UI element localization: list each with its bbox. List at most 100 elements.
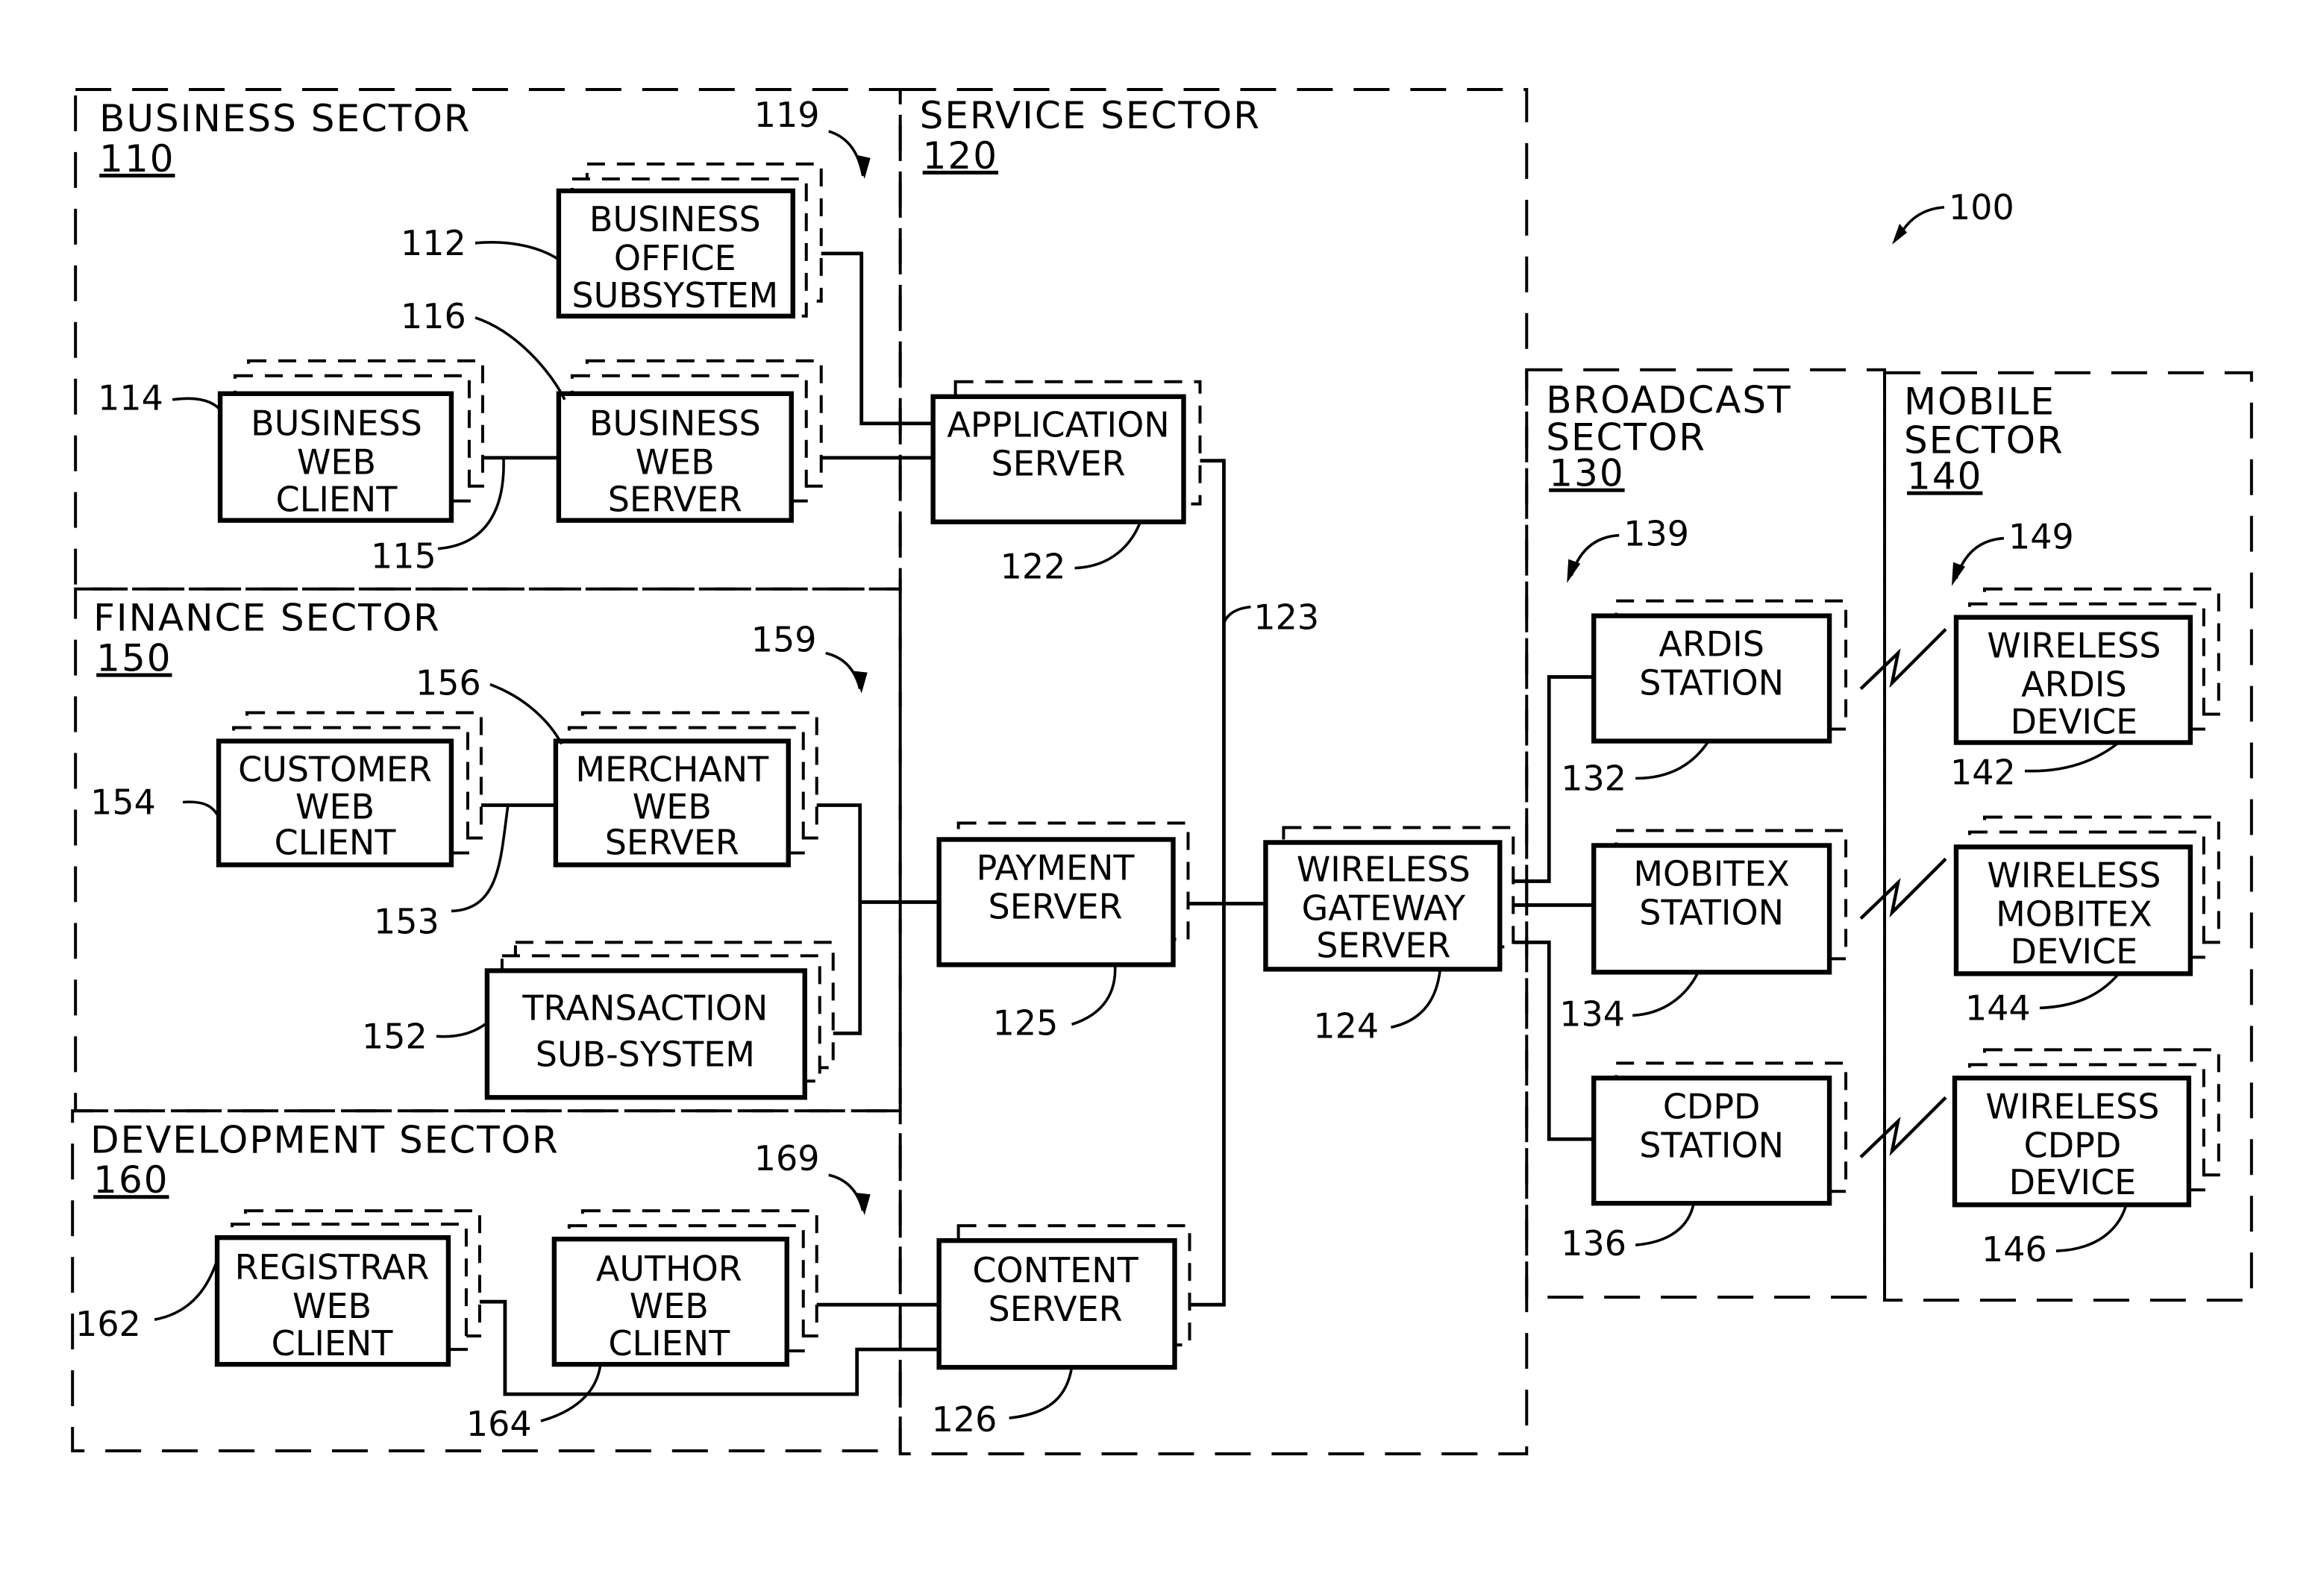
application-server: APPLICATION SERVER	[930, 380, 1202, 524]
svg-text:CLIENT: CLIENT	[608, 1323, 730, 1363]
svg-text:OFFICE: OFFICE	[614, 238, 736, 278]
svg-text:WEB: WEB	[630, 1286, 709, 1326]
content-server: CONTENT SERVER	[936, 1224, 1191, 1370]
svg-text:SERVER: SERVER	[608, 480, 742, 520]
system-diagram: BUSINESS SECTOR 110 SERVICE SECTOR 120 F…	[71, 87, 2253, 1456]
finance-sector-title: FINANCE SECTOR	[93, 597, 441, 640]
svg-text:WIRELESS: WIRELESS	[1985, 1086, 2159, 1126]
leader-134	[1632, 971, 1700, 1017]
ref-156: 156	[416, 663, 481, 703]
development-sector-title: DEVELOPMENT SECTOR	[90, 1118, 560, 1161]
ref-115: 115	[371, 536, 436, 577]
svg-text:BUSINESS: BUSINESS	[251, 404, 422, 444]
service-sector-title: SERVICE SECTOR	[920, 94, 1261, 137]
business-sector-ref: 110	[99, 137, 175, 181]
leader-154	[182, 800, 220, 818]
leader-126	[1009, 1366, 1074, 1419]
svg-text:CDPD: CDPD	[1663, 1086, 1761, 1126]
leader-156	[489, 682, 563, 745]
arrowhead-icon	[1952, 562, 1965, 586]
development-sector-ref: 160	[93, 1158, 169, 1202]
leader-132	[1635, 740, 1710, 780]
wireless-link-cdpd-icon	[1859, 1096, 1947, 1158]
registrar-web-client: REGISTRAR WEB CLIENT	[214, 1209, 481, 1367]
merchant-web-server: MERCHANT WEB SERVER	[553, 711, 818, 867]
leader-144	[2039, 973, 2120, 1010]
business-group-ref: 119	[754, 95, 820, 135]
svg-text:DEVICE: DEVICE	[2011, 931, 2138, 971]
finance-group-ref: 159	[751, 620, 817, 660]
svg-text:WIRELESS: WIRELESS	[1987, 626, 2161, 666]
svg-text:WEB: WEB	[633, 786, 712, 826]
svg-text:SERVER: SERVER	[989, 886, 1123, 926]
svg-text:WEB: WEB	[297, 442, 376, 483]
svg-text:CLIENT: CLIENT	[272, 1323, 394, 1363]
business-sector-title: BUSINESS SECTOR	[99, 97, 471, 140]
business-group-arrow	[828, 130, 865, 177]
svg-text:BUSINESS: BUSINESS	[589, 199, 761, 239]
broadcast-sector-ref: 130	[1549, 452, 1624, 495]
svg-text:APPLICATION: APPLICATION	[947, 405, 1169, 445]
leader-142	[2024, 741, 2120, 773]
svg-text:MERCHANT: MERCHANT	[575, 750, 769, 790]
ref-164: 164	[466, 1404, 532, 1444]
svg-text:WIRELESS: WIRELESS	[1987, 855, 2161, 895]
svg-text:CLIENT: CLIENT	[275, 822, 397, 862]
svg-text:SUBSYSTEM: SUBSYSTEM	[571, 275, 778, 316]
svg-text:ARDIS: ARDIS	[1659, 624, 1764, 665]
leader-146	[2055, 1204, 2128, 1253]
svg-text:STATION: STATION	[1639, 892, 1784, 932]
arrowhead-icon	[1567, 559, 1581, 583]
svg-text:AUTHOR: AUTHOR	[596, 1249, 742, 1289]
business-web-server: BUSINESS WEB SERVER	[556, 359, 823, 523]
svg-text:MOBITEX: MOBITEX	[1996, 894, 2152, 934]
ref-154: 154	[90, 782, 156, 822]
ref-162: 162	[75, 1304, 141, 1344]
mobile-group-ref: 149	[2008, 517, 2074, 557]
ref-134: 134	[1559, 994, 1625, 1034]
ref-153: 153	[374, 901, 439, 941]
svg-text:GATEWAY: GATEWAY	[1302, 888, 1466, 928]
leader-116	[474, 316, 566, 401]
wireless-ardis-device: WIRELESS ARDIS DEVICE	[1953, 587, 2220, 745]
ref-116: 116	[401, 296, 466, 336]
ref-123: 123	[1253, 597, 1319, 638]
svg-text:SERVER: SERVER	[1316, 925, 1450, 965]
ref-144: 144	[1965, 988, 2031, 1028]
leader-114	[172, 397, 223, 412]
arrowhead-icon	[856, 154, 871, 179]
leader-162	[154, 1259, 219, 1321]
svg-text:PAYMENT: PAYMENT	[977, 847, 1136, 888]
mobile-sector-ref: 140	[1907, 455, 1982, 498]
ref-125: 125	[993, 1002, 1059, 1043]
svg-text:SERVER: SERVER	[992, 444, 1126, 484]
ref-142: 142	[1950, 753, 2016, 793]
leader-136	[1635, 1202, 1695, 1247]
broadcast-group-ref: 139	[1623, 514, 1689, 554]
leader-123	[1222, 605, 1251, 624]
leader-122	[1074, 521, 1142, 570]
arrowhead-icon	[854, 671, 868, 694]
wire-gateway-cdpd	[1500, 941, 1594, 1141]
development-group-ref: 169	[754, 1138, 820, 1179]
ref-122: 122	[1000, 547, 1066, 587]
svg-text:SERVER: SERVER	[605, 822, 739, 862]
transaction-subsystem: TRANSACTION SUB-SYSTEM	[484, 941, 835, 1100]
ref-152: 152	[362, 1016, 427, 1056]
leader-124	[1390, 969, 1442, 1029]
svg-text:WEB: WEB	[295, 786, 375, 826]
svg-text:SUB-SYSTEM: SUB-SYSTEM	[536, 1034, 755, 1074]
svg-text:CDPD: CDPD	[2024, 1125, 2122, 1165]
svg-text:CLIENT: CLIENT	[276, 480, 398, 520]
svg-text:MOBITEX: MOBITEX	[1633, 853, 1790, 894]
svg-text:BUSINESS: BUSINESS	[589, 404, 761, 444]
svg-text:TRANSACTION: TRANSACTION	[522, 988, 768, 1028]
arrowhead-icon	[856, 1193, 871, 1216]
leader-112	[474, 241, 560, 261]
wireless-link-mobitex-icon	[1859, 857, 1947, 920]
wireless-link-ardis-icon	[1859, 628, 1947, 691]
svg-text:WEB: WEB	[636, 442, 715, 483]
svg-text:WIRELESS: WIRELESS	[1297, 849, 1470, 889]
svg-text:STATION: STATION	[1639, 663, 1784, 703]
payment-server: PAYMENT SERVER	[936, 821, 1190, 967]
